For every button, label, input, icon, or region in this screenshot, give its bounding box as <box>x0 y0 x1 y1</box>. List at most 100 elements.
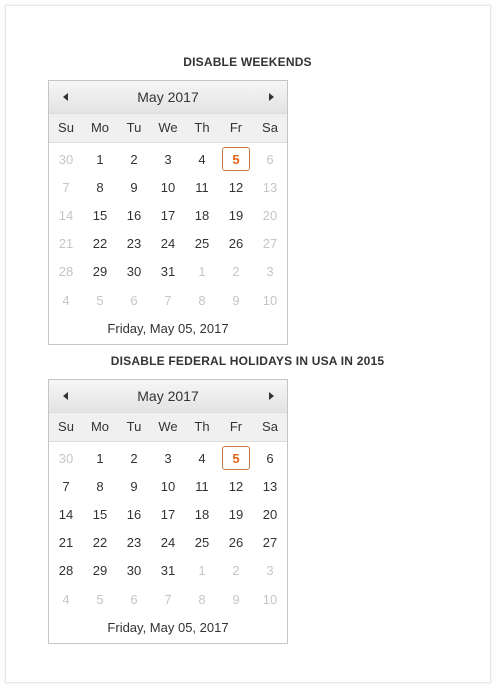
today-footer-link[interactable]: Friday, May 05, 2017 <box>49 613 287 643</box>
next-month-button[interactable] <box>255 81 287 113</box>
day-cell[interactable]: 2 <box>219 258 253 286</box>
day-cell[interactable]: 30 <box>117 258 151 286</box>
weekday-header-row: Su Mo Tu We Th Fr Sa <box>49 114 287 143</box>
day-cell[interactable]: 12 <box>219 173 253 201</box>
day-cell[interactable]: 13 <box>253 472 287 500</box>
day-cell[interactable]: 4 <box>185 145 219 173</box>
day-cell[interactable]: 4 <box>49 286 83 314</box>
day-cell[interactable]: 3 <box>151 444 185 472</box>
day-cell-selected[interactable]: 5 <box>219 444 253 472</box>
day-number: 15 <box>92 506 108 522</box>
month-title[interactable]: May 2017 <box>89 81 247 113</box>
day-cell[interactable]: 1 <box>83 444 117 472</box>
day-cell[interactable]: 20 <box>253 500 287 528</box>
day-cell[interactable]: 8 <box>83 173 117 201</box>
day-number: 20 <box>262 506 278 522</box>
day-cell[interactable]: 10 <box>253 286 287 314</box>
day-cell[interactable]: 7 <box>49 472 83 500</box>
day-cell[interactable]: 15 <box>83 500 117 528</box>
day-cell[interactable]: 4 <box>49 585 83 613</box>
day-cell[interactable]: 7 <box>151 585 185 613</box>
day-cell[interactable]: 19 <box>219 500 253 528</box>
day-cell[interactable]: 10 <box>253 585 287 613</box>
next-month-button[interactable] <box>255 380 287 412</box>
day-cell[interactable]: 6 <box>117 286 151 314</box>
day-cell[interactable]: 16 <box>117 500 151 528</box>
today-footer-link[interactable]: Friday, May 05, 2017 <box>49 314 287 344</box>
day-number: 8 <box>96 478 104 494</box>
day-cell[interactable]: 24 <box>151 230 185 258</box>
day-cell[interactable]: 8 <box>185 286 219 314</box>
day-cell[interactable]: 9 <box>117 173 151 201</box>
day-cell[interactable]: 31 <box>151 557 185 585</box>
day-cell[interactable]: 22 <box>83 230 117 258</box>
day-number: 7 <box>164 292 172 308</box>
day-cell[interactable]: 28 <box>49 557 83 585</box>
calendar-weekends: May 2017 Su Mo Tu We Th Fr Sa 30 1 2 3 4 5 6 7 8… <box>48 80 288 346</box>
day-number: 1 <box>96 151 104 167</box>
day-cell[interactable]: 25 <box>185 230 219 258</box>
day-cell[interactable]: 24 <box>151 529 185 557</box>
day-cell[interactable]: 8 <box>185 585 219 613</box>
day-cell[interactable]: 1 <box>83 145 117 173</box>
prev-month-button[interactable] <box>49 81 81 113</box>
day-cell[interactable]: 25 <box>185 529 219 557</box>
day-cell[interactable]: 17 <box>151 500 185 528</box>
day-cell[interactable]: 4 <box>185 444 219 472</box>
day-cell[interactable]: 18 <box>185 201 219 229</box>
day-cell[interactable]: 6 <box>117 585 151 613</box>
day-number: 20 <box>262 207 278 223</box>
day-cell[interactable]: 2 <box>117 444 151 472</box>
day-cell-selected[interactable]: 5 <box>219 145 253 173</box>
day-number: 16 <box>126 207 142 223</box>
prev-month-button[interactable] <box>49 380 81 412</box>
day-number: 19 <box>228 207 244 223</box>
day-cell[interactable]: 10 <box>151 472 185 500</box>
day-cell[interactable]: 5 <box>83 286 117 314</box>
day-cell[interactable]: 14 <box>49 500 83 528</box>
month-title[interactable]: May 2017 <box>89 380 247 412</box>
day-cell[interactable]: 22 <box>83 529 117 557</box>
day-cell[interactable]: 9 <box>219 286 253 314</box>
day-cell[interactable]: 9 <box>117 472 151 500</box>
day-cell[interactable]: 6 <box>253 444 287 472</box>
day-number: 9 <box>130 179 138 195</box>
day-cell[interactable]: 11 <box>185 173 219 201</box>
day-cell[interactable]: 30 <box>117 557 151 585</box>
day-cell[interactable]: 17 <box>151 201 185 229</box>
day-cell[interactable]: 15 <box>83 201 117 229</box>
day-cell[interactable]: 11 <box>185 472 219 500</box>
day-cell[interactable]: 29 <box>83 557 117 585</box>
day-cell[interactable]: 27 <box>253 529 287 557</box>
day-cell[interactable]: 23 <box>117 529 151 557</box>
day-cell[interactable]: 1 <box>185 258 219 286</box>
day-cell[interactable]: 10 <box>151 173 185 201</box>
day-cell[interactable]: 12 <box>219 472 253 500</box>
day-cell[interactable]: 5 <box>83 585 117 613</box>
day-cell[interactable]: 3 <box>253 557 287 585</box>
day-cell[interactable]: 18 <box>185 500 219 528</box>
arrow-left-icon <box>62 93 68 101</box>
day-cell[interactable]: 2 <box>117 145 151 173</box>
day-cell[interactable]: 26 <box>219 529 253 557</box>
day-cell[interactable]: 19 <box>219 201 253 229</box>
day-cell[interactable]: 9 <box>219 585 253 613</box>
day-cell[interactable]: 31 <box>151 258 185 286</box>
weekday-label: Fr <box>229 419 243 434</box>
day-cell[interactable]: 30 <box>49 444 83 472</box>
day-number: 14 <box>58 506 74 522</box>
day-cell[interactable]: 16 <box>117 201 151 229</box>
day-cell[interactable]: 29 <box>83 258 117 286</box>
day-cell[interactable]: 21 <box>49 529 83 557</box>
day-cell[interactable]: 3 <box>253 258 287 286</box>
day-cell[interactable]: 26 <box>219 230 253 258</box>
day-cell[interactable]: 23 <box>117 230 151 258</box>
day-cell[interactable]: 3 <box>151 145 185 173</box>
day-cell[interactable]: 7 <box>151 286 185 314</box>
day-cell[interactable]: 30 <box>49 145 83 173</box>
calendar-header: May 2017 <box>49 81 287 114</box>
day-cell[interactable]: 2 <box>219 557 253 585</box>
day-number: 1 <box>198 563 206 579</box>
day-cell[interactable]: 1 <box>185 557 219 585</box>
day-cell[interactable]: 8 <box>83 472 117 500</box>
